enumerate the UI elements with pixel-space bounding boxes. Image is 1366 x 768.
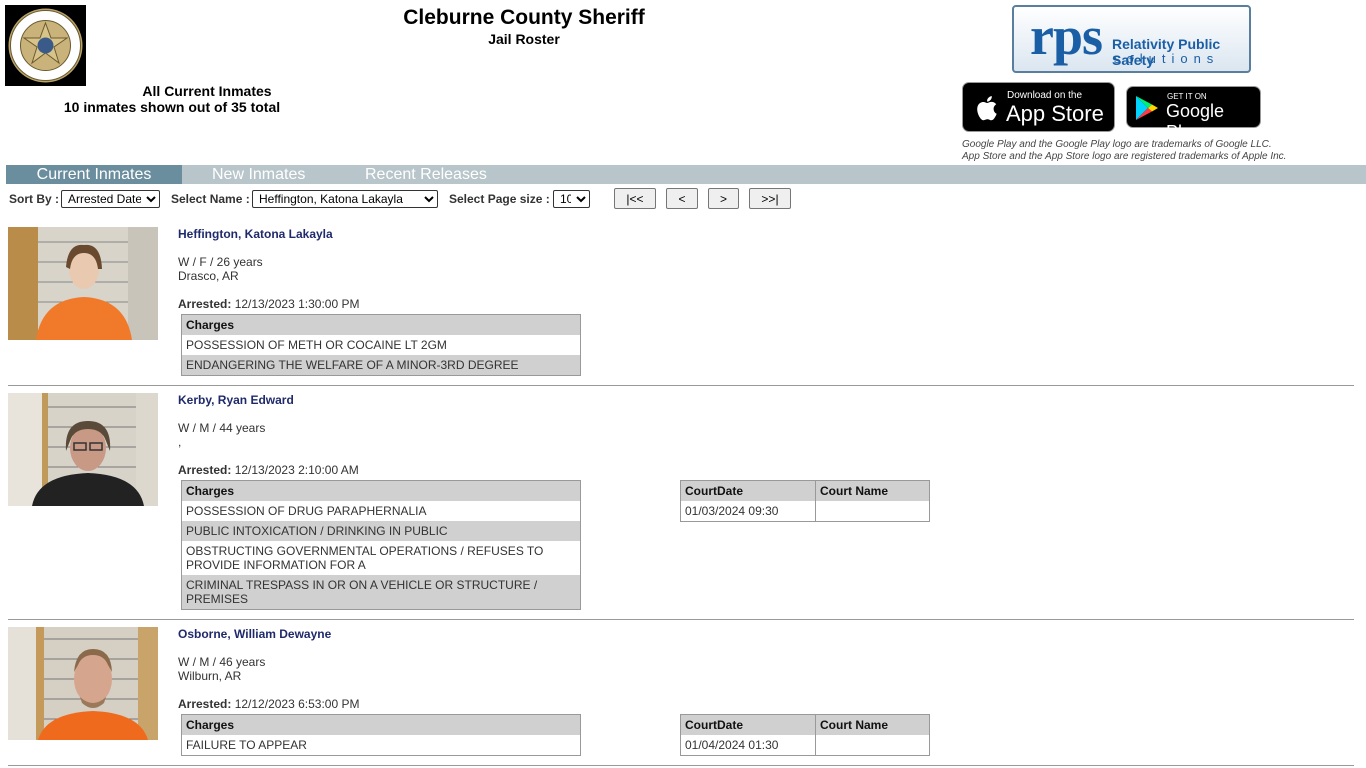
arrested-datetime: 12/13/2023 2:10:00 AM bbox=[234, 463, 359, 477]
page-size-label: Select Page size : bbox=[449, 192, 550, 206]
charges-table: Charges POSSESSION OF DRUG PARAPHERNALIA… bbox=[181, 480, 581, 610]
location-text: , bbox=[178, 435, 182, 449]
page-size-select[interactable]: 10 bbox=[553, 190, 590, 208]
inmate-demographics: W / M / 44 years , bbox=[178, 421, 265, 449]
charge-item: ENDANGERING THE WELFARE OF A MINOR-3RD D… bbox=[181, 354, 581, 375]
location-text: Wilburn, AR bbox=[178, 669, 242, 683]
charge-item: POSSESSION OF METH OR COCAINE LT 2GM bbox=[186, 337, 447, 352]
trademark-note: Google Play and the Google Play logo are… bbox=[962, 139, 1362, 163]
page-subtitle: Jail Roster bbox=[488, 31, 560, 47]
arrested-label: Arrested: bbox=[178, 463, 232, 477]
google-play-small-text: GET IT ON bbox=[1167, 92, 1207, 101]
court-table: CourtDate Court Name 01/03/2024 09:30 bbox=[680, 480, 930, 522]
inmate-photo[interactable] bbox=[8, 627, 158, 740]
tab-bar: Current Inmates New Inmates Recent Relea… bbox=[6, 165, 1366, 184]
arrested-datetime: 12/13/2023 1:30:00 PM bbox=[234, 297, 360, 311]
rps-logo-mark: rps bbox=[1030, 6, 1103, 66]
arrested-label: Arrested: bbox=[178, 697, 232, 711]
sheriff-badge-logo bbox=[5, 5, 86, 86]
charges-table: Charges POSSESSION OF METH OR COCAINE LT… bbox=[181, 314, 581, 376]
listing-heading: All Current Inmates bbox=[142, 83, 272, 99]
tab-recent-releases[interactable]: Recent Releases bbox=[365, 165, 487, 184]
app-store-button[interactable]: Download on the App Store bbox=[962, 82, 1115, 132]
demographics-text: W / M / 44 years bbox=[178, 421, 266, 435]
arrested-label: Arrested: bbox=[178, 297, 232, 311]
arrested-line: Arrested: 12/13/2023 2:10:00 AM bbox=[178, 463, 359, 477]
trademark-note-apple: App Store and the App Store logo are reg… bbox=[962, 151, 1287, 162]
court-date-cell: 01/04/2024 01:30 bbox=[680, 734, 816, 755]
charges-header: Charges bbox=[181, 480, 581, 501]
inmate-photo[interactable] bbox=[8, 393, 158, 506]
google-play-icon bbox=[1136, 96, 1158, 120]
court-name-cell bbox=[815, 734, 930, 755]
charge-item: PUBLIC INTOXICATION / DRINKING IN PUBLIC bbox=[181, 520, 581, 541]
rps-logo-line2: solutions bbox=[1114, 51, 1220, 66]
charges-header: Charges bbox=[181, 314, 581, 335]
court-date-cell: 01/03/2024 09:30 bbox=[680, 500, 816, 521]
arrested-line: Arrested: 12/13/2023 1:30:00 PM bbox=[178, 297, 359, 311]
charge-item: POSSESSION OF DRUG PARAPHERNALIA bbox=[186, 503, 427, 518]
court-name-header: Court Name bbox=[815, 714, 930, 735]
row-divider bbox=[8, 385, 1354, 386]
row-divider bbox=[8, 765, 1354, 766]
first-page-button[interactable]: |<< bbox=[614, 188, 656, 209]
trademark-note-google: Google Play and the Google Play logo are… bbox=[962, 139, 1272, 150]
arrested-line: Arrested: 12/12/2023 6:53:00 PM bbox=[178, 697, 359, 711]
app-store-small-text: Download on the bbox=[1007, 90, 1083, 101]
location-text: Drasco, AR bbox=[178, 269, 239, 283]
select-name-label: Select Name : bbox=[171, 192, 250, 206]
rps-logo[interactable]: rps Relativity Public Safety solutions bbox=[1012, 5, 1251, 73]
arrested-datetime: 12/12/2023 6:53:00 PM bbox=[234, 697, 360, 711]
select-name-select[interactable]: Heffington, Katona Lakayla bbox=[252, 190, 438, 208]
charge-item: FAILURE TO APPEAR bbox=[186, 737, 307, 752]
charge-item: OBSTRUCTING GOVERNMENTAL OPERATIONS / RE… bbox=[186, 543, 544, 572]
demographics-text: W / M / 46 years bbox=[178, 655, 266, 669]
inmate-count: 10 inmates shown out of 35 total bbox=[63, 99, 281, 115]
inmate-demographics: W / F / 26 years Drasco, AR bbox=[178, 255, 263, 283]
court-date-header: CourtDate bbox=[680, 714, 816, 735]
page-title: Cleburne County Sheriff bbox=[403, 6, 645, 29]
tab-new-inmates[interactable]: New Inmates bbox=[212, 165, 305, 184]
charges-header: Charges bbox=[181, 714, 581, 735]
inmate-name-link[interactable]: Heffington, Katona Lakayla bbox=[178, 227, 333, 241]
apple-icon bbox=[977, 96, 997, 121]
inmate-name-link[interactable]: Kerby, Ryan Edward bbox=[178, 393, 294, 407]
prev-page-button[interactable]: < bbox=[666, 188, 698, 209]
inmate-photo[interactable] bbox=[8, 227, 158, 340]
inmate-name-link[interactable]: Osborne, William Dewayne bbox=[178, 627, 331, 641]
charges-table: Charges FAILURE TO APPEAR bbox=[181, 714, 581, 756]
demographics-text: W / F / 26 years bbox=[178, 255, 263, 269]
charge-item: CRIMINAL TRESPASS IN OR ON A VEHICLE OR … bbox=[181, 574, 581, 609]
app-store-big-text: App Store bbox=[1006, 101, 1104, 126]
google-play-big-text: Google Play bbox=[1166, 101, 1225, 142]
google-play-button[interactable]: GET IT ON Google Play bbox=[1126, 86, 1261, 142]
court-name-header: Court Name bbox=[815, 480, 930, 501]
sort-by-label: Sort By : bbox=[9, 192, 60, 206]
last-page-button[interactable]: >>| bbox=[749, 188, 791, 209]
inmate-demographics: W / M / 46 years Wilburn, AR bbox=[178, 655, 265, 683]
court-date-header: CourtDate bbox=[680, 480, 816, 501]
next-page-button[interactable]: > bbox=[708, 188, 739, 209]
court-name-cell bbox=[815, 500, 930, 521]
row-divider bbox=[8, 619, 1354, 620]
court-table: CourtDate Court Name 01/04/2024 01:30 bbox=[680, 714, 930, 756]
tab-current-inmates[interactable]: Current Inmates bbox=[6, 165, 182, 184]
sort-by-select[interactable]: Arrested Date bbox=[61, 190, 160, 208]
